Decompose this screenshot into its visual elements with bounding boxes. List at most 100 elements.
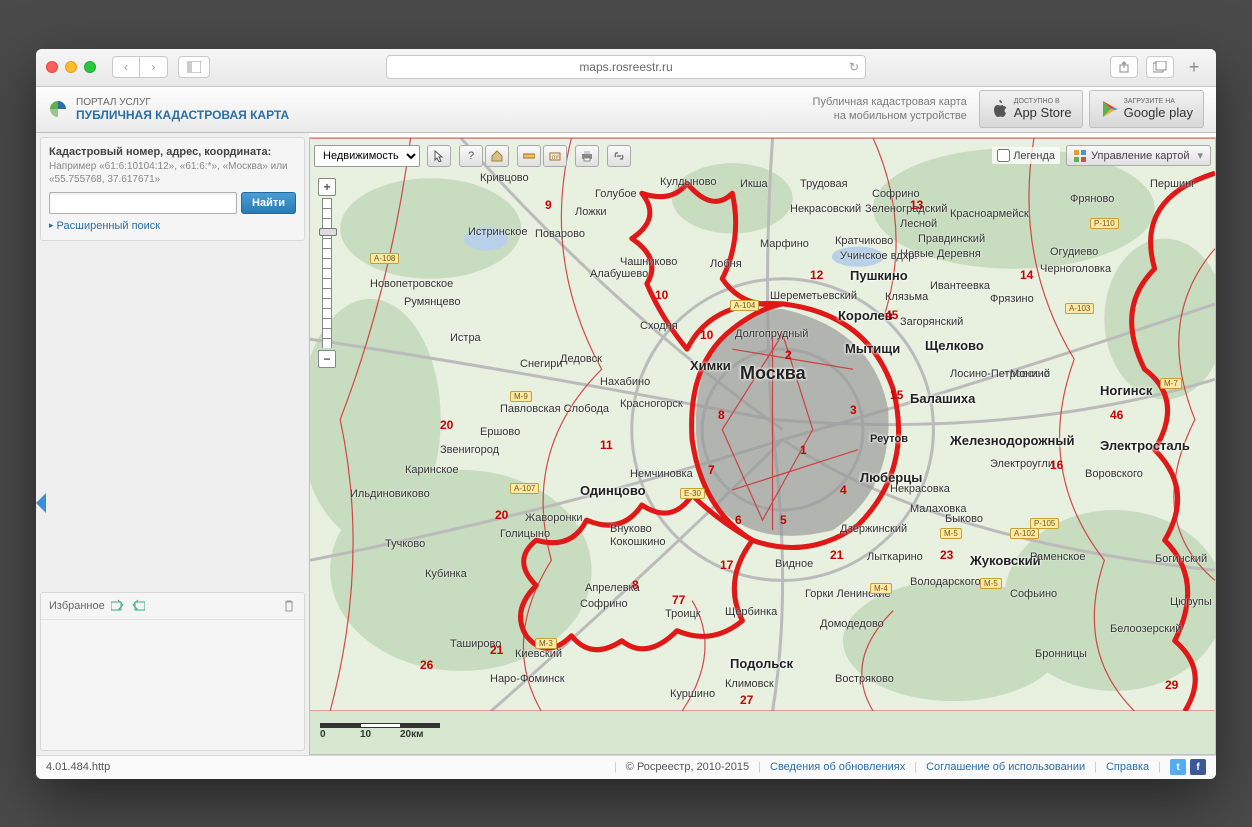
map-town-label: Трудовая [800,178,848,190]
map-town-label: Павловская Слобода [500,403,609,415]
map-town-label: Наро-Фоминск [490,673,565,685]
favorites-list [41,620,304,750]
zoom-handle[interactable] [319,228,337,236]
facebook-icon[interactable]: f [1190,759,1206,775]
map-town-label: Кубинка [425,568,467,580]
appstore-button[interactable]: Доступно вApp Store [979,90,1083,128]
map-road-label: А-103 [1065,303,1094,314]
link-icon [613,150,625,162]
map-city-label: Одинцово [580,483,646,498]
back-button[interactable]: ‹ [112,56,140,78]
map-town-label: Раменское [1030,551,1086,563]
window-minimize-button[interactable] [65,61,77,73]
map-city-label: Железнодорожный [950,433,1074,448]
pointer-tool-button[interactable] [427,145,451,167]
twitter-icon[interactable]: t [1170,759,1186,775]
forward-button[interactable]: › [140,56,168,78]
map-town-label: Софрино [580,598,628,610]
zoom-out-button[interactable]: − [318,350,336,368]
import-icon[interactable] [111,599,125,613]
link-button[interactable] [607,145,631,167]
updates-link[interactable]: Сведения об обновлениях [770,761,905,773]
map-town-label: Черноголовка [1040,263,1111,275]
map-town-label: Каринское [405,464,459,476]
map-city-label: Реутов [870,433,908,445]
map-district-number: 10 [655,288,668,302]
window-close-button[interactable] [46,61,58,73]
map-town-label: Поварово [535,228,585,240]
map-town-label: Марфино [760,238,809,250]
scale-bar: 01020км [320,723,440,740]
map-area[interactable]: Недвижимость ? m² [309,137,1216,755]
googleplay-button[interactable]: ЗАГРУЗИТЕ НАGoogle play [1089,90,1204,128]
map-town-label: Клязьма [885,291,928,303]
map-city-label: Балашиха [910,391,975,406]
map-district-number: 23 [940,548,953,562]
legend-checkbox[interactable]: Легенда [992,147,1060,164]
zoom-in-button[interactable]: + [318,178,336,196]
map-road-label: Р-110 [1090,218,1119,229]
map-town-label: Троицк [665,608,701,620]
zoom-slider[interactable] [322,198,332,348]
map-town-label: Лесной [900,218,937,230]
measure-area-button[interactable]: m² [543,145,567,167]
map-district-number: 46 [1110,408,1123,422]
map-town-label: Румянцево [404,296,460,308]
version-label: 4.01.484.http [46,761,110,773]
help-link[interactable]: Справка [1106,761,1149,773]
layer-select[interactable]: Недвижимость [314,145,420,167]
map-town-label: Куршино [670,688,715,700]
map-town-label: Икша [740,178,768,190]
url-bar[interactable]: maps.rosreestr.ru [386,55,866,79]
window-zoom-button[interactable] [84,61,96,73]
map-town-label: Снегири [520,358,563,370]
map-town-label: Кулдыново [660,176,716,188]
search-button[interactable]: Найти [241,192,296,214]
map-road-label: М-3 [535,638,557,649]
map-center-label: Москва [740,363,806,384]
map-district-number: 5 [780,513,787,527]
plan-tool-button[interactable] [485,145,509,167]
new-tab-button[interactable]: + [1182,55,1206,79]
sidebar-icon [187,61,201,73]
measure-length-button[interactable] [517,145,541,167]
copyright-label: © Росреестр, 2010-2015 [626,761,749,773]
map-town-label: Некрасовский [790,203,861,215]
map-district-number: 17 [720,558,733,572]
portal-title[interactable]: ПУБЛИЧНАЯ КАДАСТРОВАЯ КАРТА [76,108,289,122]
cursor-icon [433,150,445,162]
sidebar-toggle-button[interactable] [178,56,210,78]
map-control-dropdown[interactable]: Управление картой [1066,145,1211,166]
tabs-button[interactable] [1146,56,1174,78]
map-town-label: Звенигород [440,444,499,456]
map-road-label: А-102 [1010,528,1039,539]
map-city-label: Щелково [925,338,984,353]
map-city-label: Подольск [730,656,793,671]
map-district-number: 8 [718,408,725,422]
map-town-label: Электроугли [990,458,1054,470]
map-town-label: Щербинка [725,606,777,618]
map-town-label: Белоозерский [1110,623,1181,635]
advanced-search-link[interactable]: Расширенный поиск [49,220,296,232]
info-tool-button[interactable]: ? [459,145,483,167]
map-city-label: Пушкино [850,268,908,283]
map-district-number: 8 [632,578,639,592]
share-button[interactable] [1110,56,1138,78]
map-town-label: Долгопрудный [735,328,808,340]
map-town-label: Бронницы [1035,648,1087,660]
sidebar-collapse-handle[interactable] [36,493,46,513]
export-icon[interactable] [131,599,145,613]
print-button[interactable] [575,145,599,167]
map-district-number: 77 [672,593,685,607]
map-town-label: Учинское вдхр. [840,250,917,262]
search-input[interactable] [49,192,237,214]
map-town-label: Володарского [910,576,981,588]
map-road-label: А-107 [510,483,539,494]
trash-icon[interactable] [282,599,296,613]
map-town-label: Немчиновка [630,468,693,480]
map-district-number: 21 [490,643,503,657]
terms-link[interactable]: Соглашение об использовании [926,761,1085,773]
map-town-label: Киевский [515,648,562,660]
ruler-area-icon: m² [549,150,561,162]
map-road-label: М-4 [870,583,892,594]
